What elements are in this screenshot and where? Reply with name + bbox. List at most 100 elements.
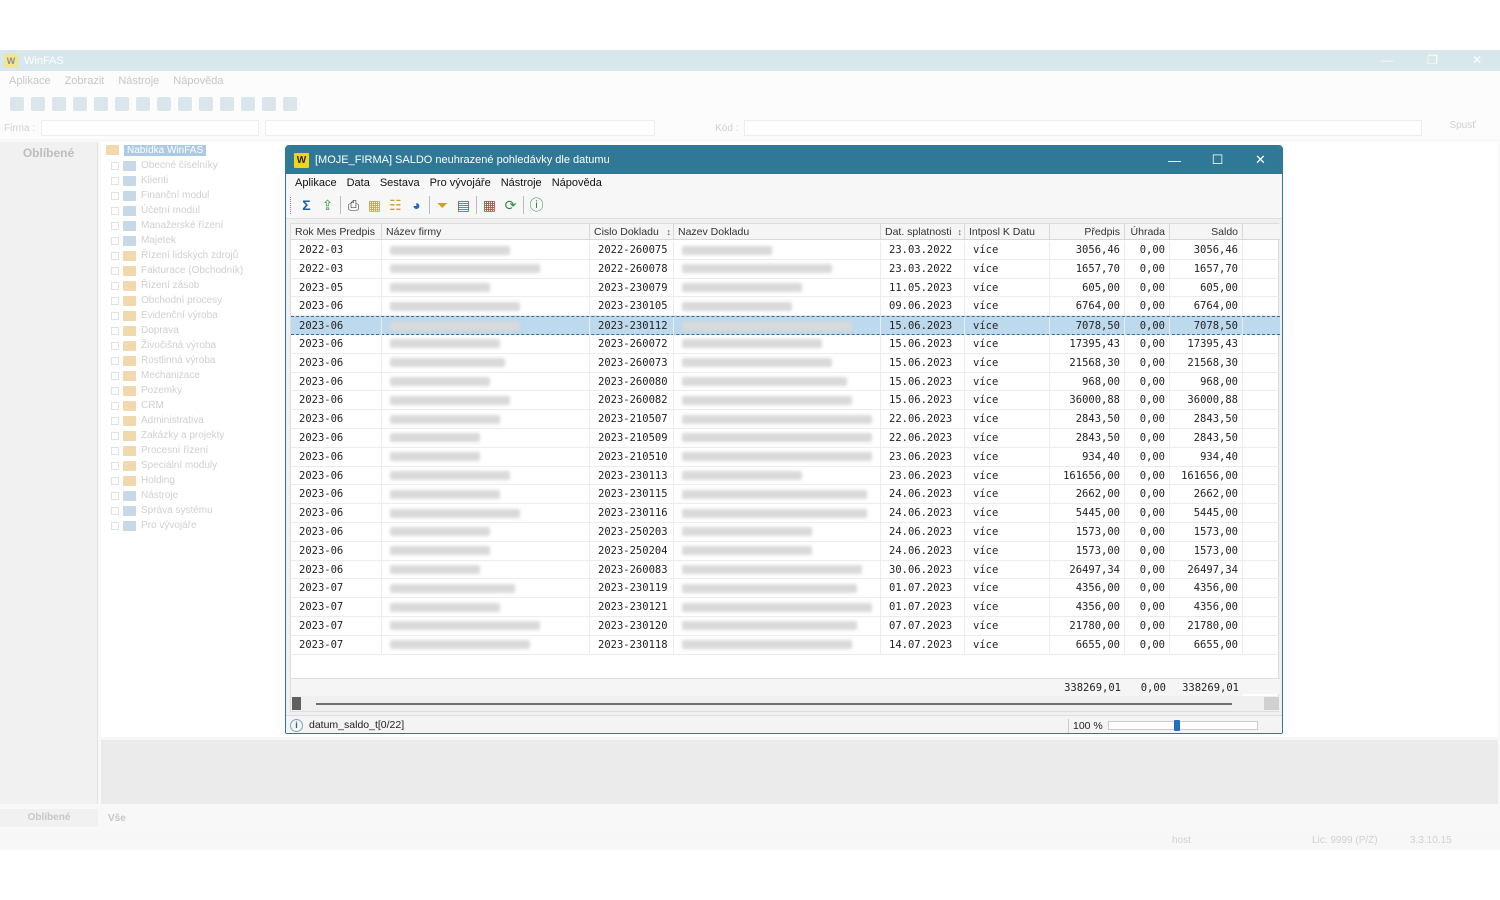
table-row[interactable]: 2023-06 2023-230105 09.06.2023 více 6764,00 0… xyxy=(291,297,1280,317)
table-row[interactable]: 2022-03 2022-260078 23.03.2022 více 1657,70 0… xyxy=(291,259,1280,279)
expand-icon[interactable] xyxy=(111,446,119,455)
bg-menu-napoveda[interactable]: Nápověda xyxy=(173,75,223,87)
table-row[interactable]: 2023-06 2023-260073 15.06.2023 více 21568,30… xyxy=(291,353,1280,373)
expand-icon[interactable] xyxy=(111,311,119,320)
expand-icon[interactable] xyxy=(111,491,119,500)
expand-icon[interactable] xyxy=(111,296,119,305)
grid-button[interactable]: ▦ xyxy=(479,195,500,216)
col-header-rok[interactable]: Rok Mes Predpis xyxy=(291,224,382,240)
table-row[interactable]: 2023-06 2023-210510 23.06.2023 více 934,40 0,… xyxy=(291,447,1280,467)
toolbar-icon[interactable] xyxy=(136,97,150,111)
refresh-icon[interactable] xyxy=(115,97,129,111)
toolbar-icon[interactable] xyxy=(178,97,192,111)
expand-icon[interactable] xyxy=(111,221,119,230)
print-button[interactable]: ⎙ xyxy=(343,195,364,216)
scroll-track[interactable] xyxy=(316,703,1232,705)
expand-icon[interactable] xyxy=(111,266,119,275)
expand-icon[interactable] xyxy=(111,341,119,350)
expand-icon[interactable] xyxy=(111,176,119,185)
table-row[interactable]: 2023-06 2023-210507 22.06.2023 více 2843,50 0… xyxy=(291,410,1280,429)
chart-button[interactable]: ◕ xyxy=(406,195,427,216)
table-row[interactable]: 2023-06 2023-260082 15.06.2023 více 36000,88… xyxy=(291,391,1280,411)
table-row[interactable]: 2023-06 2023-250204 24.06.2023 více 1573,00 0… xyxy=(291,541,1280,561)
firma-name-input[interactable] xyxy=(265,120,656,136)
table-row[interactable]: 2023-06 2023-260083 30.06.2023 více 26497,34… xyxy=(291,560,1280,580)
spust-button[interactable]: Spusť xyxy=(1449,120,1476,131)
help-button[interactable]: ⓘ xyxy=(526,195,547,216)
col-header-predpis[interactable]: Předpis xyxy=(1050,224,1125,240)
horizontal-scrollbar[interactable] xyxy=(291,696,1280,711)
expand-icon[interactable] xyxy=(111,356,119,365)
export-button[interactable]: ⇪ xyxy=(317,195,338,216)
scroll-left-button[interactable] xyxy=(292,697,301,710)
refresh-button[interactable]: ⟳ xyxy=(500,195,521,216)
expand-icon[interactable] xyxy=(111,461,119,470)
table-row[interactable]: 2023-06 2023-210509 22.06.2023 více 2843,50 0… xyxy=(291,428,1280,448)
dialog-title-bar[interactable]: W [MOJE_FIRMA] SALDO neuhrazené pohledáv… xyxy=(286,146,1282,174)
expand-icon[interactable] xyxy=(111,281,119,290)
table-row[interactable]: 2023-06 2023-230115 24.06.2023 více 2662,00 0… xyxy=(291,485,1280,505)
expand-icon[interactable] xyxy=(111,191,119,200)
zoom-slider[interactable] xyxy=(1108,720,1258,731)
expand-icon[interactable] xyxy=(111,506,119,515)
zoom-slider-thumb[interactable] xyxy=(1173,720,1180,731)
menu-sestava[interactable]: Sestava xyxy=(375,177,425,189)
table-row[interactable]: 2023-07 2023-230120 07.07.2023 více 21780,00… xyxy=(291,616,1280,636)
tree-button[interactable]: ☷ xyxy=(385,195,406,216)
help-icon[interactable] xyxy=(283,97,297,111)
bg-menu-aplikace[interactable]: Aplikace xyxy=(9,75,51,87)
filter-button[interactable]: ⏷ xyxy=(432,195,453,216)
maximize-button[interactable]: ☐ xyxy=(1196,146,1239,174)
table-row[interactable]: 2023-05 2023-230079 11.05.2023 více 605,00 0,… xyxy=(291,278,1280,298)
table-row[interactable]: 2023-07 2023-230118 14.07.2023 více 6655,00 0… xyxy=(291,635,1280,655)
menu-aplikace[interactable]: Aplikace xyxy=(286,177,342,189)
toolbar-icon[interactable] xyxy=(220,97,234,111)
expand-icon[interactable] xyxy=(111,386,119,395)
expand-icon[interactable] xyxy=(111,401,119,410)
menu-napoveda[interactable]: Nápověda xyxy=(547,177,607,189)
settings-icon[interactable] xyxy=(241,97,255,111)
toolbar-icon[interactable] xyxy=(199,97,213,111)
close-button[interactable]: ✕ xyxy=(1239,146,1282,174)
toolbar-icon[interactable] xyxy=(94,97,108,111)
menu-nastroje[interactable]: Nástroje xyxy=(496,177,547,189)
expand-icon[interactable] xyxy=(111,326,119,335)
kod-input[interactable] xyxy=(744,120,1423,136)
toolbar-icon[interactable] xyxy=(262,97,276,111)
minimize-icon[interactable]: — xyxy=(1381,53,1393,67)
expand-icon[interactable] xyxy=(111,521,119,530)
expand-icon[interactable] xyxy=(111,431,119,440)
expand-icon[interactable] xyxy=(111,251,119,260)
col-header-nazev-firmy[interactable]: Název firmy xyxy=(382,224,590,240)
col-header-uhrada[interactable]: Úhrada xyxy=(1125,224,1170,240)
expand-icon[interactable] xyxy=(111,236,119,245)
back-icon[interactable] xyxy=(73,97,87,111)
restore-icon[interactable]: ❐ xyxy=(1427,53,1438,67)
menu-pro-vyvojare[interactable]: Pro vývojáře xyxy=(425,177,496,189)
table-row[interactable]: 2023-06 2023-260080 15.06.2023 více 968,00 0,… xyxy=(291,372,1280,392)
bg-menu-zobrazit[interactable]: Zobrazit xyxy=(65,75,105,87)
minimize-button[interactable]: — xyxy=(1153,146,1196,174)
table-row[interactable]: 2023-06 2023-260072 15.06.2023 více 17395,43… xyxy=(291,334,1280,354)
sum-button[interactable]: Σ xyxy=(296,195,317,216)
table-row[interactable]: 2023-07 2023-230121 01.07.2023 více 4356,00 0… xyxy=(291,598,1280,617)
expand-icon[interactable] xyxy=(111,161,119,170)
expand-icon[interactable] xyxy=(111,416,119,425)
expand-icon[interactable] xyxy=(111,371,119,380)
menu-data[interactable]: Data xyxy=(342,177,375,189)
table-button[interactable]: ▦ xyxy=(364,195,385,216)
firma-input[interactable] xyxy=(41,120,260,136)
close-icon[interactable]: ✕ xyxy=(1472,53,1482,67)
toolbar-grip[interactable] xyxy=(290,196,292,214)
toolbar-icon[interactable] xyxy=(10,97,24,111)
col-header-nazev-dokladu[interactable]: Nazev Dokladu xyxy=(674,224,881,240)
scroll-right-button[interactable] xyxy=(1264,697,1279,710)
toolbar-icon[interactable] xyxy=(157,97,171,111)
document-button[interactable]: ▤ xyxy=(453,195,474,216)
col-header-cislo-dokladu[interactable]: Cislo Dokladu ↕ xyxy=(590,224,674,240)
table-row[interactable]: 2023-06 2023-250203 24.06.2023 více 1573,00 0… xyxy=(291,522,1280,542)
table-row[interactable]: 2023-06 2023-230116 24.06.2023 více 5445,00 0… xyxy=(291,504,1280,523)
col-header-intposl[interactable]: Intposl K Datu xyxy=(965,224,1050,240)
bg-window-controls[interactable]: — ❐ ✕ xyxy=(1381,53,1482,67)
col-header-dat-splatnosti[interactable]: Dat. splatnosti ↕ xyxy=(881,224,965,240)
